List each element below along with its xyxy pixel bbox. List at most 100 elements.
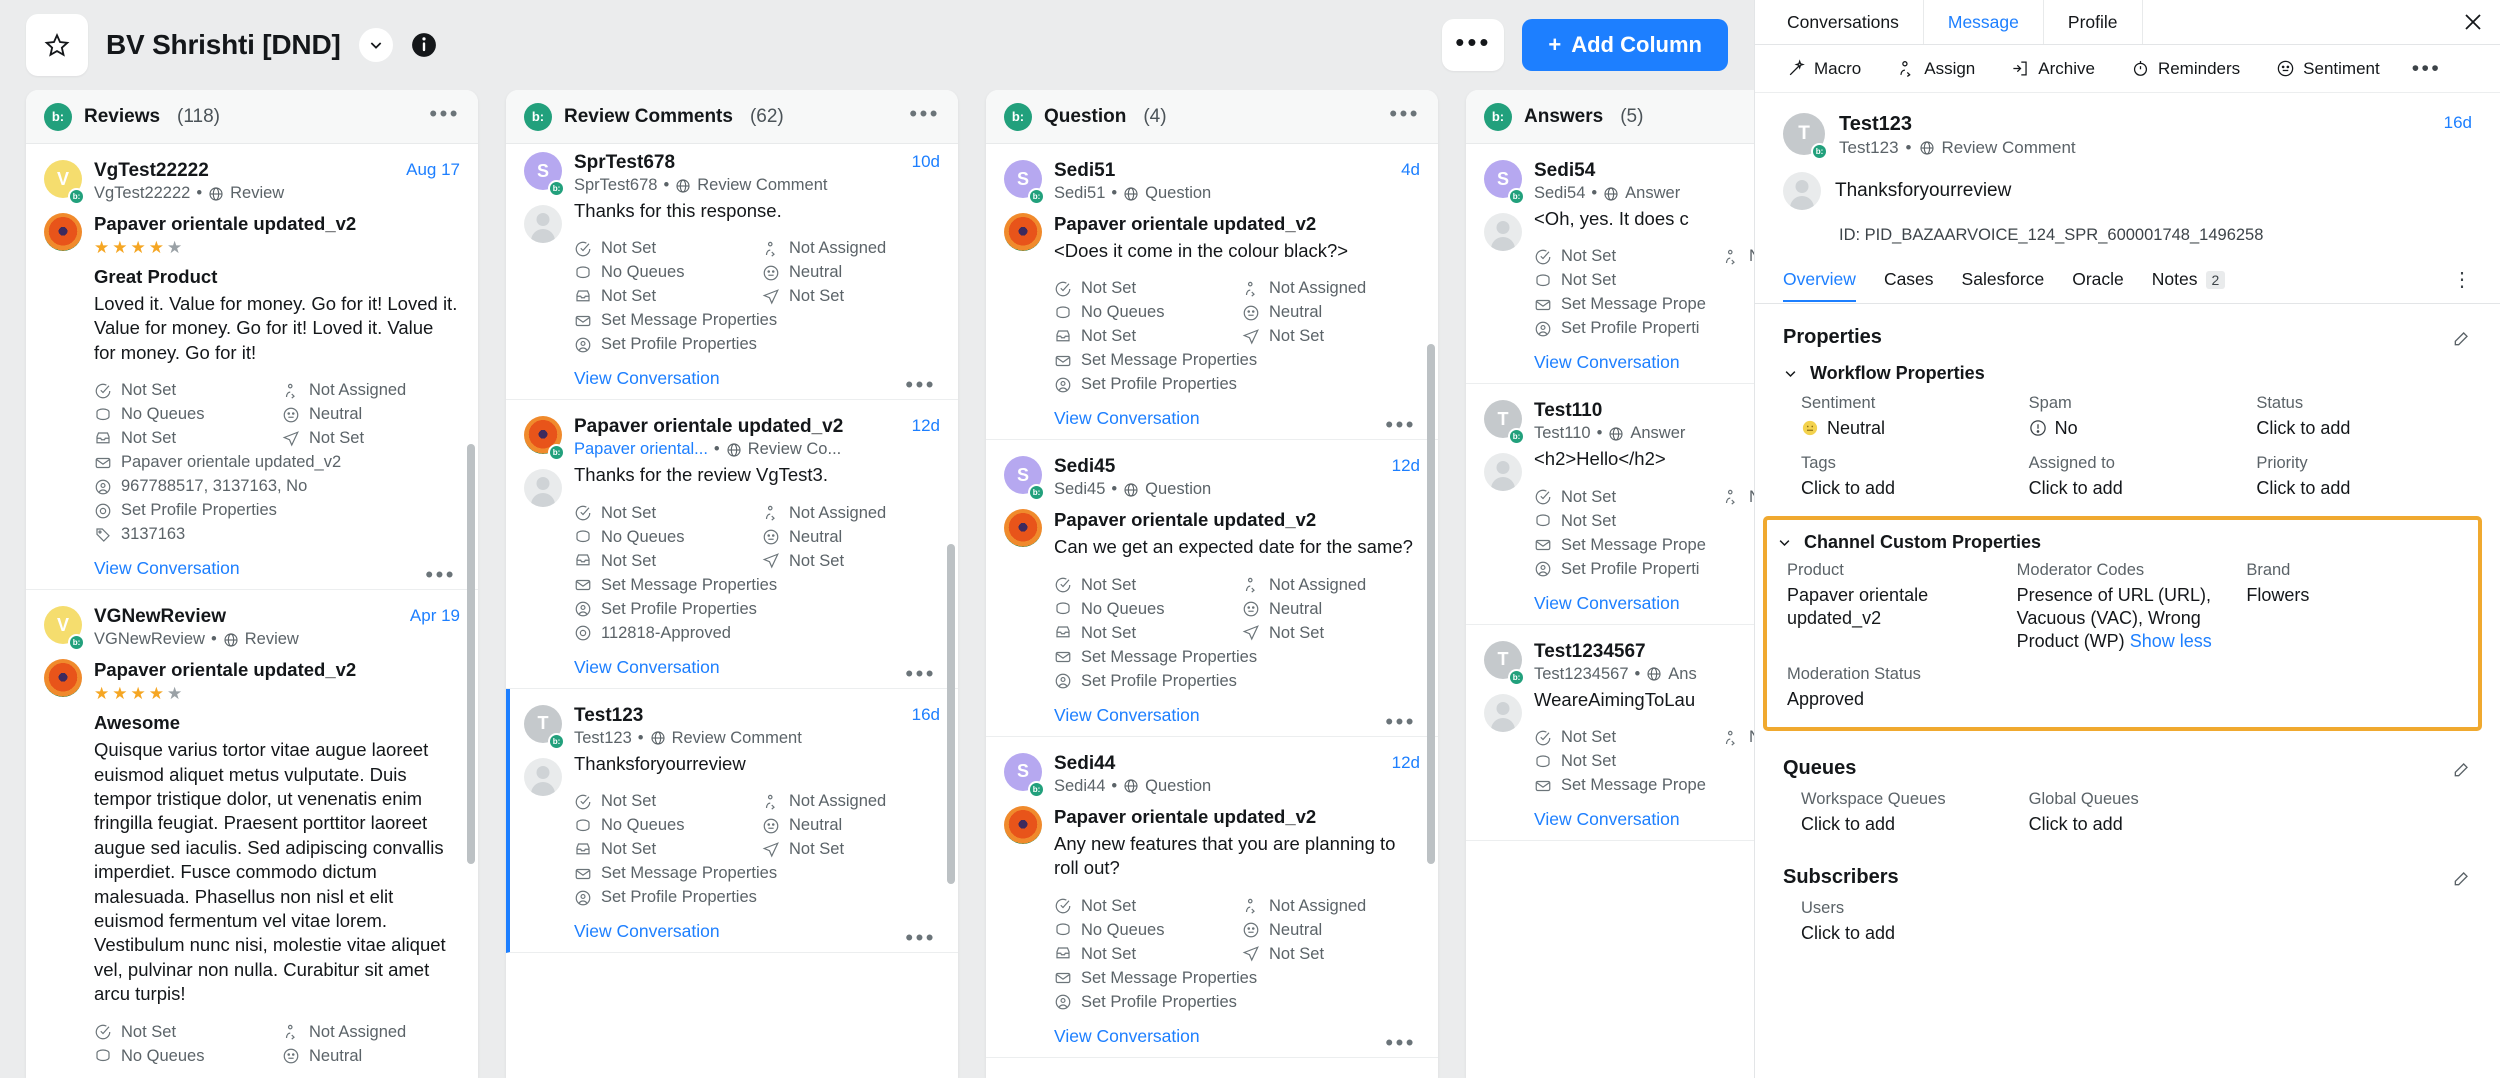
- card-prop[interactable]: Not Set: [282, 429, 460, 448]
- card-prop[interactable]: Neutral: [762, 528, 940, 547]
- card-extra-prop[interactable]: 967788517, 3137163, No: [94, 477, 460, 496]
- card-prop[interactable]: Not Set: [1054, 945, 1232, 964]
- card-more-button[interactable]: •••: [425, 564, 456, 586]
- favorite-star-button[interactable]: [26, 14, 88, 76]
- column-more-button[interactable]: •••: [1389, 102, 1420, 125]
- card-prop[interactable]: No Queues: [574, 263, 752, 282]
- card[interactable]: b: Papaver orientale updated_v2 12d Papa…: [506, 400, 958, 689]
- card-prop[interactable]: Neutral: [762, 816, 940, 835]
- card-prop[interactable]: Not Set: [574, 287, 752, 306]
- card-prop[interactable]: No Queues: [574, 528, 752, 547]
- card-prop[interactable]: Not Set: [1054, 279, 1232, 298]
- card-prop[interactable]: Not Set: [1054, 327, 1232, 346]
- sentiment-button[interactable]: Sentiment: [2258, 59, 2398, 79]
- card-extra-prop[interactable]: Set Message Properties: [1054, 648, 1420, 667]
- card-prop[interactable]: Not Set: [574, 239, 752, 258]
- card[interactable]: S b: SprTest678 10d SprTest678 • Review …: [506, 144, 958, 401]
- card-extra-prop[interactable]: Set Profile Properties: [1054, 672, 1420, 691]
- card-prop[interactable]: Neutral: [1242, 921, 1420, 940]
- card-prop[interactable]: Not Set: [574, 792, 752, 811]
- card-prop[interactable]: Not Set: [1242, 945, 1420, 964]
- card-prop[interactable]: No Queues: [574, 816, 752, 835]
- card-prop[interactable]: Neutral: [282, 1047, 460, 1066]
- view-conversation-link[interactable]: View Conversation: [574, 921, 940, 942]
- board-title-dropdown[interactable]: [358, 28, 393, 62]
- card-prop[interactable]: Not Set: [1242, 624, 1420, 643]
- card-prop[interactable]: No Queues: [94, 1047, 272, 1066]
- card-extra-prop[interactable]: Set Message Prope: [1534, 536, 1754, 555]
- channel-custom-properties-group-toggle[interactable]: Channel Custom Properties: [1777, 532, 2464, 553]
- card-prop[interactable]: Not Assigned: [282, 1023, 460, 1042]
- card-extra-prop[interactable]: Set Message Properties: [574, 576, 940, 595]
- field-value[interactable]: Presence of URL (URL), Vacuous (VAC), Wr…: [2017, 584, 2235, 653]
- assign-button[interactable]: Assign: [1879, 59, 1993, 79]
- card-extra-prop[interactable]: Set Message Prope: [1534, 295, 1754, 314]
- card-prop[interactable]: Not Assigned: [1242, 279, 1420, 298]
- field-value[interactable]: Click to add: [1801, 477, 2017, 500]
- card-extra-prop[interactable]: Set Profile Properties: [574, 335, 940, 354]
- add-column-button[interactable]: + Add Column: [1522, 19, 1728, 71]
- card-more-button[interactable]: •••: [1385, 710, 1416, 732]
- tab-profile[interactable]: Profile: [2044, 0, 2143, 44]
- card-extra-prop[interactable]: Set Profile Properti: [1534, 560, 1754, 579]
- card[interactable]: S b: Sedi54 Sedi54 • Answer <Oh, yes. It…: [1466, 144, 1754, 385]
- card-extra-prop[interactable]: Set Message Properties: [1054, 969, 1420, 988]
- subtab-oracle[interactable]: Oracle: [2072, 269, 2142, 301]
- card-prop[interactable]: Not Set: [1534, 488, 1712, 507]
- field-value[interactable]: Flowers: [2246, 584, 2464, 607]
- card[interactable]: S b: Sedi44 12d Sedi44 • Question Papave…: [986, 736, 1438, 1058]
- card-extra-prop[interactable]: 112818-Approved: [574, 624, 940, 643]
- card-more-button[interactable]: •••: [1385, 1031, 1416, 1053]
- card-prop[interactable]: Not Set: [1534, 271, 1712, 290]
- card-more-button[interactable]: •••: [905, 927, 936, 949]
- card-prop[interactable]: Not Set: [1534, 752, 1712, 771]
- view-conversation-link[interactable]: View Conversation: [1534, 352, 1754, 373]
- field-value[interactable]: Neutral: [1801, 417, 2017, 440]
- field-value[interactable]: Papaver orientale updated_v2: [1787, 584, 2005, 630]
- view-conversation-link[interactable]: View Conversation: [1054, 705, 1420, 726]
- macro-button[interactable]: Macro: [1769, 59, 1879, 79]
- card-extra-prop[interactable]: Papaver orientale updated_v2: [94, 453, 460, 472]
- panel-actions-more-button[interactable]: •••: [2402, 58, 2452, 79]
- card-prop[interactable]: Not Set: [574, 552, 752, 571]
- card-prop[interactable]: Not Set: [574, 504, 752, 523]
- view-conversation-link[interactable]: View Conversation: [1534, 809, 1754, 830]
- card-prop[interactable]: Not Set: [94, 1023, 272, 1042]
- card-extra-prop[interactable]: Set Message Properties: [574, 311, 940, 330]
- subtab-salesforce[interactable]: Salesforce: [1962, 269, 2063, 301]
- card-prop[interactable]: Neutral: [1242, 303, 1420, 322]
- column-scrollbar[interactable]: [467, 444, 475, 864]
- card[interactable]: V b: VgTest22222 Aug 17 VgTest22222 • Re…: [26, 144, 478, 591]
- card-prop[interactable]: Not Set: [1054, 624, 1232, 643]
- card-prop[interactable]: Not Assigned: [1242, 576, 1420, 595]
- card[interactable]: S b: Sedi45 12d Sedi45 • Question Papave…: [986, 440, 1438, 737]
- subtab-overview[interactable]: Overview: [1783, 269, 1874, 302]
- show-less-link[interactable]: Show less: [2130, 631, 2212, 651]
- card[interactable]: T b: Test1234567 Test1234567 • Ans Weare…: [1466, 624, 1754, 842]
- column-more-button[interactable]: •••: [429, 102, 460, 125]
- column-more-button[interactable]: •••: [909, 102, 940, 125]
- card[interactable]: T b: Test123 16d Test123 • Review Commen…: [506, 688, 958, 954]
- view-conversation-link[interactable]: View Conversation: [94, 558, 460, 579]
- card-extra-prop[interactable]: Set Profile Properties: [1054, 375, 1420, 394]
- tab-message[interactable]: Message: [1924, 0, 2044, 44]
- card-prop[interactable]: Not Assigned: [282, 381, 460, 400]
- card-extra-prop[interactable]: 3137163: [94, 525, 460, 544]
- card-prop[interactable]: No Queues: [1722, 247, 1754, 266]
- card-prop[interactable]: No Queues: [1054, 600, 1232, 619]
- card-prop[interactable]: Not Set: [762, 840, 940, 859]
- card-prop[interactable]: Not Set: [1534, 728, 1712, 747]
- card[interactable]: V b: VGNewReview Apr 19 VGNewReview • Re…: [26, 590, 478, 1078]
- board-more-button[interactable]: •••: [1442, 19, 1505, 71]
- view-conversation-link[interactable]: View Conversation: [1054, 408, 1420, 429]
- card-extra-prop[interactable]: Set Message Properties: [574, 864, 940, 883]
- card-prop[interactable]: Not Set: [1054, 576, 1232, 595]
- field-value[interactable]: Click to add: [2256, 477, 2472, 500]
- card-prop[interactable]: No Queues: [94, 405, 272, 424]
- card-prop[interactable]: Neutral: [1242, 600, 1420, 619]
- view-conversation-link[interactable]: View Conversation: [574, 657, 940, 678]
- card-prop[interactable]: No Queues: [1054, 303, 1232, 322]
- card-extra-prop[interactable]: Set Message Prope: [1534, 776, 1754, 795]
- field-value[interactable]: Approved: [1787, 688, 2005, 711]
- subtab-notes[interactable]: Notes 2: [2152, 269, 2244, 301]
